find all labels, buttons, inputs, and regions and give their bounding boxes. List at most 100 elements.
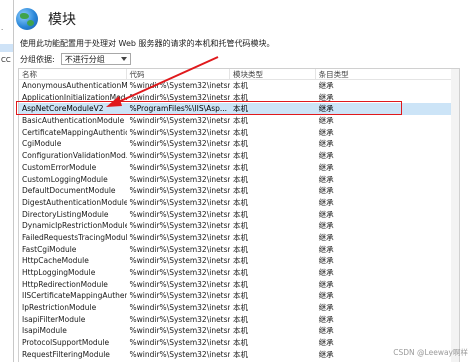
cell-code: %windir%\System32\inetsr...: [129, 81, 231, 90]
cell-module-type: 本机: [233, 127, 249, 137]
globe-icon: [16, 8, 38, 30]
cell-code: %windir%\System32\inetsr...: [129, 151, 231, 161]
table-row[interactable]: ConfigurationValidationMod... %windir%\Sy…: [19, 150, 459, 162]
table-row[interactable]: HttpCacheModule %windir%\System32\inetsr.…: [19, 255, 459, 267]
cell-code: %windir%\System32\inetsr...: [129, 256, 231, 266]
cell-entry-type: 继承: [318, 209, 334, 219]
cell-module-type: 本机: [233, 314, 249, 324]
column-header-code[interactable]: 代码: [127, 69, 231, 79]
cell-module-type: 本机: [233, 162, 249, 172]
grouping-selected-value: 不进行分组: [64, 54, 105, 64]
cell-module-type: 本机: [233, 174, 249, 184]
cell-module-type: 本机: [233, 81, 249, 90]
cell-name: DynamicIpRestrictionModule: [22, 221, 127, 231]
cell-module-type: 本机: [233, 349, 249, 359]
cell-entry-type: 继承: [318, 303, 334, 313]
cell-code: %windir%\System32\inetsr...: [129, 303, 231, 313]
cell-code: %windir%\System32\inetsr...: [129, 116, 231, 126]
cell-module-type: 本机: [233, 139, 249, 149]
table-row[interactable]: DigestAuthenticationModule %windir%\Syste…: [19, 197, 459, 209]
highlight-box: [16, 101, 402, 115]
cell-module-type: 本机: [233, 338, 249, 348]
column-header-module-type[interactable]: 模块类型: [230, 69, 316, 79]
table-row[interactable]: CgiModule %windir%\System32\inetsr... 本机 继承: [19, 138, 459, 150]
cell-entry-type: 继承: [318, 186, 334, 196]
cell-code: %windir%\System32\inetsr...: [129, 349, 231, 359]
column-header-entry-type[interactable]: 条目类型: [316, 69, 459, 79]
cell-name: DigestAuthenticationModule: [22, 197, 127, 207]
table-row[interactable]: HttpRedirectionModule %windir%\System32\i…: [19, 279, 459, 291]
cell-code: %windir%\System32\inetsr...: [129, 162, 231, 172]
cell-name: IISCertificateMappingAuthen...: [22, 291, 127, 301]
table-row[interactable]: FailedRequestsTracingModule %windir%\Syst…: [19, 232, 459, 244]
chevron-down-icon[interactable]: [120, 57, 127, 61]
cell-code: %windir%\System32\inetsr...: [129, 279, 231, 289]
cell-name: AnonymousAuthenticationM...: [22, 81, 127, 90]
cell-code: %windir%\System32\inetsr...: [129, 186, 231, 196]
cell-name: HttpLoggingModule: [22, 268, 96, 277]
cell-name: DirectoryListingModule: [22, 209, 109, 219]
table-row[interactable]: IsapiFilterModule %windir%\System32\inets…: [19, 314, 459, 326]
cell-module-type: 本机: [233, 256, 249, 266]
cell-code: %windir%\System32\inetsr...: [129, 338, 231, 348]
cell-name: CgiModule: [22, 139, 62, 149]
cell-name: FastCgiModule: [22, 244, 77, 254]
cell-name: RequestFilteringModule: [22, 349, 110, 359]
grouping-label: 分组依据:: [20, 54, 55, 64]
column-header-name[interactable]: 名称: [19, 69, 127, 79]
cell-code: %windir%\System32\inetsr...: [129, 209, 231, 219]
cell-module-type: 本机: [233, 326, 249, 336]
table-row[interactable]: DynamicIpRestrictionModule %windir%\Syste…: [19, 220, 459, 232]
table-row[interactable]: IpRestrictionModule %windir%\System32\ine…: [19, 302, 459, 314]
cell-code: %windir%\System32\inetsr...: [129, 244, 231, 254]
cell-name: HttpCacheModule: [22, 256, 89, 266]
page-header: 模块: [16, 6, 76, 32]
table-row[interactable]: IISCertificateMappingAuthen... %windir%\S…: [19, 290, 459, 302]
table-row[interactable]: CertificateMappingAuthentic... %windir%\S…: [19, 127, 459, 139]
cell-name: CustomLoggingModule: [22, 174, 108, 184]
table-row[interactable]: HttpLoggingModule %windir%\System32\inets…: [19, 267, 459, 279]
page-title: 模块: [48, 12, 76, 28]
cell-entry-type: 继承: [318, 197, 334, 207]
grouping-dropdown[interactable]: 不进行分组: [60, 53, 131, 65]
cell-name: IpRestrictionModule: [22, 303, 97, 313]
table-row[interactable]: FastCgiModule %windir%\System32\inetsr...…: [19, 244, 459, 256]
cell-entry-type: 继承: [318, 81, 334, 90]
cell-name: ProtocolSupportModule: [22, 338, 110, 348]
cell-entry-type: 继承: [318, 326, 334, 336]
cell-name: FailedRequestsTracingModule: [22, 232, 127, 242]
cell-name: CertificateMappingAuthentic...: [22, 127, 127, 137]
cell-code: %windir%\System32\inetsr...: [129, 314, 231, 324]
left-pane-selection: [0, 44, 13, 52]
cell-code: %windir%\System32\inetsr...: [129, 174, 231, 184]
cell-name: ConfigurationValidationMod...: [22, 151, 127, 161]
cell-entry-type: 继承: [318, 127, 334, 137]
cell-code: %windir%\System32\inetsr...: [129, 291, 231, 301]
table-row[interactable]: DirectoryListingModule %windir%\System32\…: [19, 209, 459, 221]
table-row[interactable]: DefaultDocumentModule %windir%\System32\i…: [19, 185, 459, 197]
vertical-scrollbar[interactable]: [451, 69, 459, 362]
cell-code: %windir%\System32\inetsr...: [129, 268, 231, 277]
watermark: CSDN @Leeway啊样: [393, 348, 468, 357]
table-row[interactable]: CustomErrorModule %windir%\System32\inets…: [19, 162, 459, 174]
cell-entry-type: 继承: [318, 256, 334, 266]
grouping-bar: 分组依据: 不进行分组: [20, 52, 131, 66]
table-row[interactable]: IsapiModule %windir%\System32\inetsr... 本机…: [19, 325, 459, 337]
cell-entry-type: 继承: [318, 232, 334, 242]
table-row[interactable]: AnonymousAuthenticationM... %windir%\Syst…: [19, 80, 459, 92]
cell-entry-type: 继承: [318, 268, 334, 277]
cell-module-type: 本机: [233, 279, 249, 289]
cell-code: %windir%\System32\inetsr...: [129, 139, 231, 149]
cell-entry-type: 继承: [318, 151, 334, 161]
cell-module-type: 本机: [233, 151, 249, 161]
cell-module-type: 本机: [233, 186, 249, 196]
cell-name: DefaultDocumentModule: [22, 186, 116, 196]
cell-code: %windir%\System32\inetsr...: [129, 127, 231, 137]
cell-entry-type: 继承: [318, 174, 334, 184]
cell-entry-type: 继承: [318, 162, 334, 172]
table-row[interactable]: BasicAuthenticationModule %windir%\System…: [19, 115, 459, 127]
table-row[interactable]: CustomLoggingModule %windir%\System32\ine…: [19, 174, 459, 186]
cell-entry-type: 继承: [318, 221, 334, 231]
left-pane-fragment: CC: [1, 56, 11, 64]
cell-module-type: 本机: [233, 268, 249, 277]
